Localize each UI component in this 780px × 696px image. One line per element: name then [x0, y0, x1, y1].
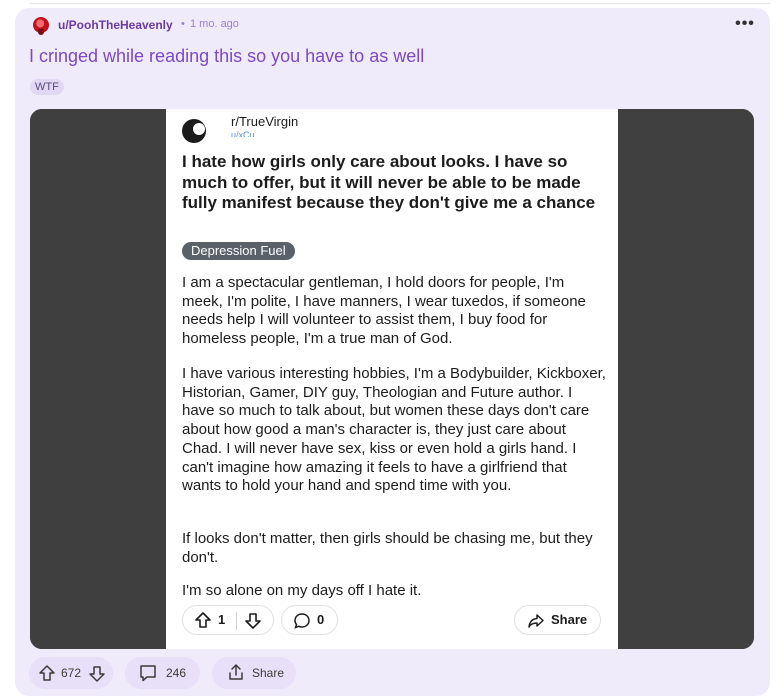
upvote-count: 672	[61, 666, 82, 680]
post-username[interactable]: u/PoohTheHeavenly	[58, 18, 173, 32]
embedded-share-label: Share	[551, 612, 588, 627]
post-title[interactable]: I cringed while reading this so you have…	[29, 46, 424, 67]
embedded-share-pill: Share	[514, 605, 601, 635]
upvote-icon[interactable]	[38, 664, 56, 682]
share-icon	[229, 664, 243, 680]
embedded-paragraph: I'm so alone on my days off I hate it.	[182, 582, 422, 599]
top-divider	[30, 3, 770, 4]
embedded-paragraph: I am a spectacular gentleman, I hold doo…	[182, 274, 586, 348]
user-avatar[interactable]	[33, 17, 49, 35]
embedded-screenshot: r/TrueVirgin u/xCu... I hate how girls o…	[166, 109, 618, 649]
embedded-action-bar: 1 0 Share	[182, 605, 602, 639]
downvote-arrow-icon	[245, 613, 261, 629]
post-timestamp: 1 mo. ago	[190, 18, 239, 30]
share-arrow-icon	[528, 614, 544, 628]
post-card[interactable]: u/PoohTheHeavenly • 1 mo. ago ••• I crin…	[15, 8, 770, 696]
post-flair[interactable]: WTF	[30, 79, 64, 95]
embedded-paragraph: If looks don't matter, then girls should…	[182, 530, 593, 566]
upvote-arrow-icon	[195, 612, 211, 628]
more-options-button[interactable]: •••	[731, 13, 759, 35]
comment-count: 246	[166, 666, 187, 680]
share-label: Share	[252, 666, 285, 680]
share-button[interactable]: Share	[212, 657, 296, 689]
embedded-subreddit: r/TrueVirgin	[231, 114, 299, 129]
comments-button[interactable]: 246	[125, 657, 200, 689]
vote-separator	[236, 612, 237, 630]
embedded-vote-count: 1	[218, 612, 226, 627]
meta-separator: •	[181, 18, 185, 30]
comment-icon	[140, 665, 156, 682]
vote-button-group[interactable]: 672	[29, 657, 113, 689]
embedded-comment-pill: 0	[281, 605, 338, 635]
media-letterbox-right	[618, 109, 754, 649]
embedded-comment-count: 0	[317, 612, 325, 627]
embedded-subreddit-avatar	[182, 119, 206, 143]
more-options-icon: •••	[735, 15, 755, 32]
post-media[interactable]: r/TrueVirgin u/xCu... I hate how girls o…	[30, 109, 754, 649]
embedded-title: I hate how girls only care about looks. …	[182, 152, 596, 212]
embedded-username: u/xCu...	[231, 131, 263, 137]
media-letterbox-left	[30, 109, 166, 649]
embedded-flair: Depression Fuel	[182, 242, 295, 260]
downvote-icon[interactable]	[88, 665, 106, 683]
embedded-paragraph: I have various interesting hobbies, I'm …	[182, 365, 606, 495]
embedded-vote-pill: 1	[182, 605, 274, 635]
comment-bubble-icon	[294, 613, 310, 629]
